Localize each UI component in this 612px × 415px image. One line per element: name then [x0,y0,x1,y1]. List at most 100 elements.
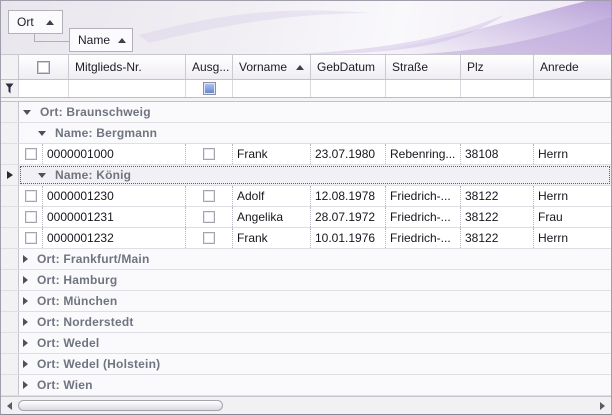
group-label: Ort: Norderstedt [37,315,134,329]
cell-anrede[interactable]: Herrn [534,186,611,206]
cell-plz[interactable]: 38108 [461,144,534,164]
filter-icon [5,83,14,94]
cell-ausg[interactable] [186,228,233,248]
cell-gebdatum[interactable]: 23.07.1980 [311,144,386,164]
horizontal-scrollbar[interactable] [1,396,611,414]
group-row[interactable]: Ort: Hamburg [1,270,611,291]
cell-vorname[interactable]: Frank [233,144,311,164]
filter-cell-anrede[interactable] [534,80,611,97]
filter-cell-vorname[interactable] [233,80,311,97]
group-field-ort[interactable]: Ort [8,10,63,34]
column-header-ausg[interactable]: Ausg... [186,55,233,79]
row-select-checkbox[interactable] [25,148,37,160]
row-indicator [1,270,19,290]
scrollbar-thumb[interactable] [18,400,223,411]
filter-cell-mitglieds-nr[interactable] [69,80,186,97]
group-row[interactable]: Ort: Wedel (Holstein) [1,354,611,375]
select-all-checkbox[interactable] [37,61,50,74]
cell-gebdatum[interactable]: 10.01.1976 [311,228,386,248]
cell-strasse[interactable]: Friedrich-... [386,207,461,227]
table-row[interactable]: 0000001232 Frank 10.01.1976 Friedrich-..… [1,228,611,249]
group-field-name[interactable]: Name [69,28,133,52]
filter-cell-plz[interactable] [461,80,534,97]
cell-vorname[interactable]: Frank [233,228,311,248]
column-header-vorname[interactable]: Vorname [233,55,311,79]
cell-strasse[interactable]: Friedrich-... [386,186,461,206]
expand-collapse-icon[interactable] [23,318,28,326]
filter-cell-select[interactable] [19,80,69,97]
cell-anrede[interactable]: Herrn [534,144,611,164]
ausgeschieden-checkbox[interactable] [203,148,215,160]
row-indicator [1,165,19,185]
cell-ausg[interactable] [186,144,233,164]
column-header-mitglieds-nr[interactable]: Mitglieds-Nr. [69,55,186,79]
cell-select[interactable] [19,207,43,227]
group-row[interactable]: Ort: Wien [1,375,611,396]
cell-vorname[interactable]: Adolf [233,186,311,206]
cell-mitglieds-nr[interactable]: 0000001000 [43,144,186,164]
cell-plz[interactable]: 38122 [461,228,534,248]
expand-collapse-icon[interactable] [38,173,46,178]
cell-mitglieds-nr[interactable]: 0000001232 [43,228,186,248]
cell-gebdatum[interactable]: 12.08.1978 [311,186,386,206]
ausgeschieden-checkbox[interactable] [203,232,215,244]
group-label: Ort: Frankfurt/Main [37,252,149,266]
expand-collapse-icon[interactable] [38,131,46,136]
expand-collapse-icon[interactable] [23,110,31,115]
cell-vorname[interactable]: Angelika [233,207,311,227]
expand-collapse-icon[interactable] [23,255,28,263]
cell-mitglieds-nr[interactable]: 0000001231 [43,207,186,227]
cell-gebdatum[interactable]: 28.07.1972 [311,207,386,227]
group-indent [19,123,34,143]
column-header-plz[interactable]: Plz [461,55,534,79]
focused-row-indicator-icon [7,171,13,179]
filter-cell-strasse[interactable] [386,80,461,97]
group-row[interactable]: Ort: München [1,291,611,312]
group-row[interactable]: Ort: Norderstedt [1,312,611,333]
cell-anrede[interactable]: Herrn [534,228,611,248]
cell-select[interactable] [19,228,43,248]
cell-ausg[interactable] [186,186,233,206]
ausg-filter-checkbox[interactable] [203,82,216,95]
cell-select[interactable] [19,186,43,206]
column-header-anrede[interactable]: Anrede [534,55,611,79]
cell-plz[interactable]: 38122 [461,186,534,206]
column-header-select[interactable] [19,55,69,79]
cell-strasse[interactable]: Rebenring... [386,144,461,164]
row-indicator [1,291,19,311]
expand-collapse-icon[interactable] [23,360,28,368]
row-select-checkbox[interactable] [25,211,37,223]
row-select-checkbox[interactable] [25,190,37,202]
table-row[interactable]: 0000001231 Angelika 28.07.1972 Friedrich… [1,207,611,228]
expand-collapse-icon[interactable] [23,339,28,347]
cell-plz[interactable]: 38122 [461,207,534,227]
expand-collapse-icon[interactable] [23,297,28,305]
filter-cell-gebdatum[interactable] [311,80,386,97]
group-indent [19,165,34,185]
scroll-right-icon[interactable] [600,402,605,410]
cell-mitglieds-nr[interactable]: 0000001230 [43,186,186,206]
group-field-ort-label: Ort [17,15,34,29]
row-select-checkbox[interactable] [25,232,37,244]
group-row[interactable]: Ort: Frankfurt/Main [1,249,611,270]
group-row[interactable]: Name: König [1,165,611,186]
column-header-gebdatum[interactable]: GebDatum [311,55,386,79]
group-row[interactable]: Name: Bergmann [1,123,611,144]
cell-anrede[interactable]: Frau [534,207,611,227]
scroll-left-icon[interactable] [7,402,12,410]
group-label: Ort: München [37,294,117,308]
group-row[interactable]: Ort: Braunschweig [1,102,611,123]
filter-cell-ausg[interactable] [186,80,233,97]
ausgeschieden-checkbox[interactable] [203,211,215,223]
cell-ausg[interactable] [186,207,233,227]
expand-collapse-icon[interactable] [23,381,28,389]
group-row[interactable]: Ort: Wedel [1,333,611,354]
cell-strasse[interactable]: Friedrich-... [386,228,461,248]
table-row[interactable]: 0000001230 Adolf 12.08.1978 Friedrich-..… [1,186,611,207]
cell-select[interactable] [19,144,43,164]
column-header-strasse[interactable]: Straße [386,55,461,79]
expand-collapse-icon[interactable] [23,276,28,284]
ausgeschieden-checkbox[interactable] [203,190,215,202]
table-row[interactable]: 0000001000 Frank 23.07.1980 Rebenring...… [1,144,611,165]
group-by-panel[interactable]: Ort Name [1,1,611,54]
